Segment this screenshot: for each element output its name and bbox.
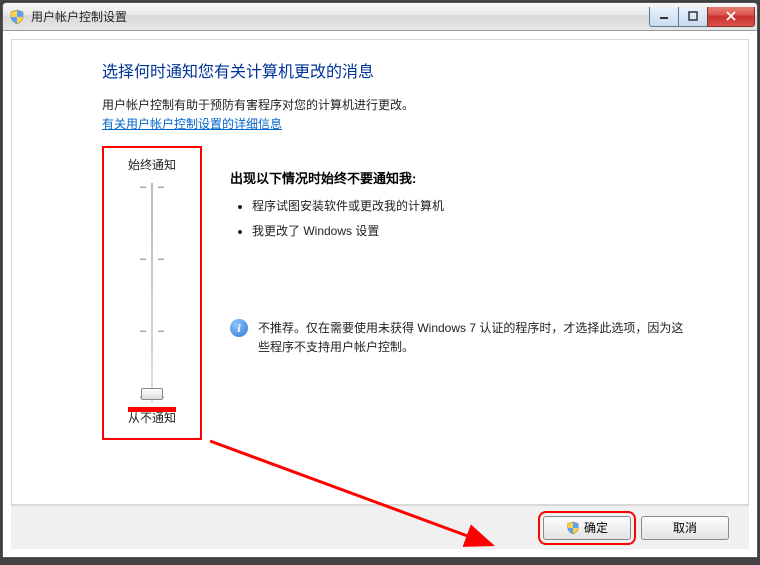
minimize-button[interactable]: [649, 7, 679, 27]
window-title: 用户帐户控制设置: [31, 8, 650, 25]
slider-top-label: 始终通知: [104, 156, 200, 173]
slider-tick-1: ––: [140, 255, 164, 263]
notification-slider-panel: 始终通知 –– –– –– –– 从不通知: [102, 146, 202, 440]
slider-track: [151, 183, 153, 403]
page-description: 用户帐户控制有助于预防有害程序对您的计算机进行更改。: [102, 96, 688, 113]
list-item: 我更改了 Windows 设置: [252, 222, 688, 239]
body-row: 始终通知 –– –– –– –– 从不通知 出现以下情况时始终不要通知我:: [102, 146, 688, 440]
slider-tick-0: ––: [140, 183, 164, 191]
ok-button[interactable]: 确定: [543, 516, 631, 540]
selection-list: 程序试图安装软件或更改我的计算机 我更改了 Windows 设置: [234, 197, 688, 239]
learn-more-link[interactable]: 有关用户帐户控制设置的详细信息: [102, 115, 282, 132]
ok-button-label: 确定: [584, 519, 608, 536]
client-area: 选择何时通知您有关计算机更改的消息 用户帐户控制有助于预防有害程序对您的计算机进…: [3, 31, 757, 557]
slider-tick-2: ––: [140, 327, 164, 335]
slider-thumb[interactable]: [141, 388, 163, 400]
info-icon: i: [230, 319, 248, 337]
dialog-footer: 确定 取消: [11, 505, 749, 549]
uac-shield-icon: [9, 9, 25, 25]
description-panel: 出现以下情况时始终不要通知我: 程序试图安装软件或更改我的计算机 我更改了 Wi…: [230, 146, 688, 357]
info-row: i 不推荐。仅在需要使用未获得 Windows 7 认证的程序时，才选择此选项，…: [230, 319, 688, 357]
maximize-button[interactable]: [678, 7, 708, 27]
cancel-button[interactable]: 取消: [641, 516, 729, 540]
page-heading: 选择何时通知您有关计算机更改的消息: [102, 58, 688, 82]
info-text: 不推荐。仅在需要使用未获得 Windows 7 认证的程序时，才选择此选项，因为…: [258, 319, 688, 357]
selection-title: 出现以下情况时始终不要通知我:: [230, 168, 688, 187]
titlebar[interactable]: 用户帐户控制设置: [3, 3, 757, 31]
list-item: 程序试图安装软件或更改我的计算机: [252, 197, 688, 214]
uac-settings-window: 用户帐户控制设置 选择何时通知您有关计算机更改的消息 用户帐户控制有助于预防有害…: [2, 2, 758, 558]
window-buttons: [650, 7, 755, 27]
close-button[interactable]: [707, 7, 755, 27]
annotation-underline: [128, 407, 176, 412]
uac-slider[interactable]: –– –– –– ––: [104, 183, 200, 403]
cancel-button-label: 取消: [673, 519, 697, 536]
content-panel: 选择何时通知您有关计算机更改的消息 用户帐户控制有助于预防有害程序对您的计算机进…: [11, 39, 749, 505]
uac-shield-icon: [566, 521, 580, 535]
